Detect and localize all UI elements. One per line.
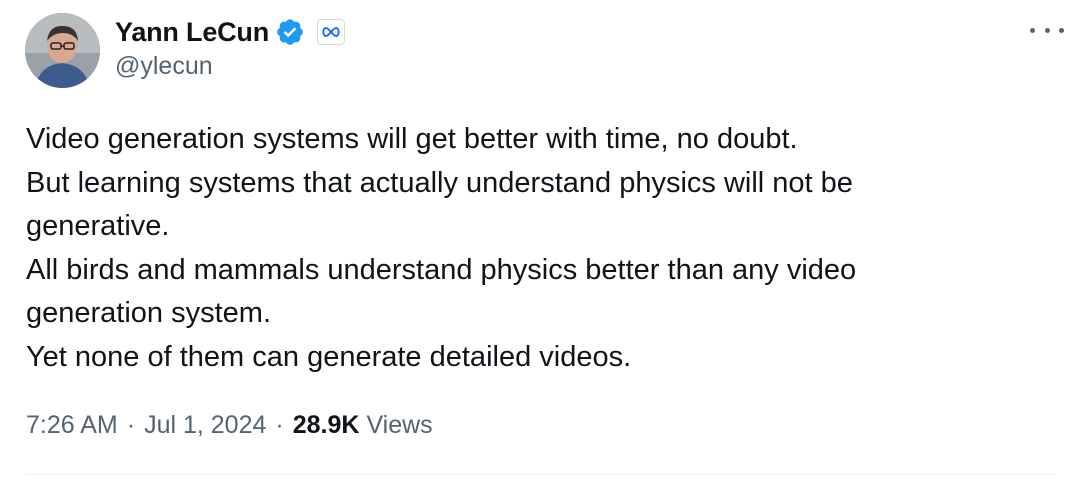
tweet-text-line: generation system. — [26, 297, 272, 329]
meta-separator: · — [126, 411, 136, 439]
more-dot — [1030, 27, 1035, 33]
more-dot — [1059, 27, 1064, 33]
author-name-row: Yann LeCun — [115, 14, 346, 50]
verified-badge-icon[interactable] — [275, 17, 305, 47]
author-handle[interactable]: @ylecun — [115, 52, 213, 81]
avatar-image — [25, 13, 100, 88]
more-options-icon[interactable] — [1030, 20, 1064, 40]
tweet-card: Yann LeCun @ylecun Video generation syst… — [0, 0, 1080, 501]
meta-separator: · — [275, 411, 284, 439]
tweet-text-line: All birds and mammals understand physics… — [26, 253, 857, 286]
author-display-name[interactable]: Yann LeCun — [115, 17, 269, 48]
views-label: Views — [366, 411, 433, 439]
meta-infinity-logo-icon[interactable] — [317, 19, 346, 45]
tweet-text-line: Yet none of them can generate detailed v… — [26, 340, 632, 373]
avatar[interactable] — [25, 13, 100, 88]
views-count: 28.9K — [292, 411, 360, 439]
tweet-time[interactable]: 7:26 AM — [26, 411, 118, 440]
more-dot — [1044, 27, 1050, 33]
divider — [26, 474, 1056, 475]
tweet-text-line: generative. — [26, 210, 170, 242]
tweet-text-line: But learning systems that actually under… — [26, 166, 853, 199]
tweet-meta: 7:26 AM · Jul 1, 2024 · 28.9K Views — [26, 411, 433, 440]
tweet-date[interactable]: Jul 1, 2024 — [144, 411, 266, 440]
tweet-text: Video generation systems will get better… — [26, 118, 1046, 379]
tweet-text-line: Video generation systems will get better… — [26, 123, 798, 155]
